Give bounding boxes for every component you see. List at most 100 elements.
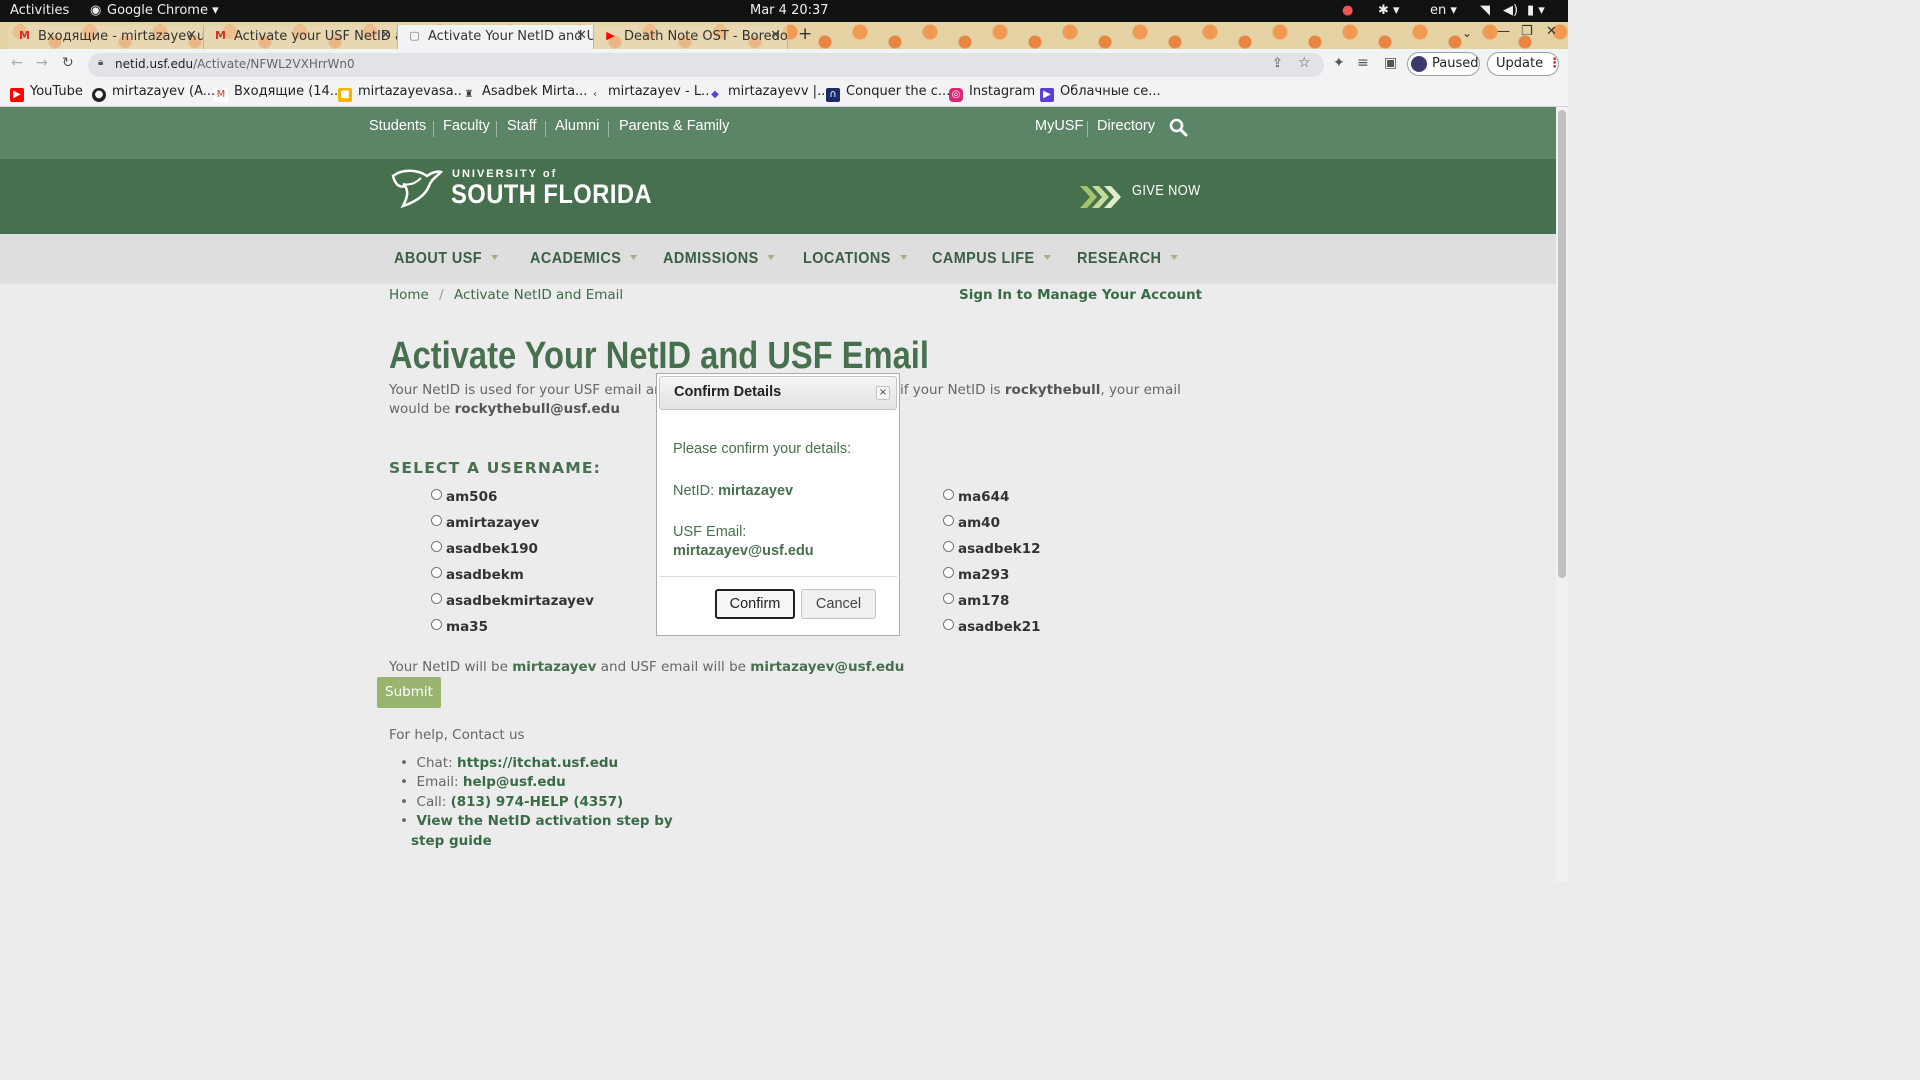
scrollbar-thumb[interactable] [1558,110,1566,578]
bookmark-asadbek[interactable]: ♜ Asadbek Mirta... [462,84,587,102]
username-option-asadbek12[interactable]: asadbek12 [943,541,1041,557]
address-bar[interactable]: 🔒︎ netid.usf.edu/Activate/NFWL2VXHrrWn0 … [88,53,1324,77]
tab-title: Входящие - mirtazayev.u [38,29,204,44]
media-icon[interactable]: ≡ [1357,55,1369,71]
bookmark-mirtazayevv[interactable]: ◆ mirtazayevv |... [708,84,829,102]
username-option-am506[interactable]: am506 [431,489,497,505]
radio-button[interactable] [431,567,442,578]
radio-button[interactable] [943,489,954,500]
bookmark-gmail[interactable]: M Входящие (14... [214,84,342,102]
give-now-link[interactable]: GIVE NOW [1132,182,1201,199]
notification-icon[interactable]: ● [1342,3,1353,18]
activities-button[interactable]: Activities [10,3,69,18]
username-option-asadbek21[interactable]: asadbek21 [943,619,1041,635]
guide-link[interactable]: step guide [411,833,492,849]
username-option-asadbekm[interactable]: asadbekm [431,567,524,583]
bookmark-mirtazayevasa[interactable]: ■ mirtazayevasa... [338,84,466,102]
side-panel-icon[interactable]: ▣ [1384,55,1397,71]
tab-gmail-activate[interactable]: M Activate your USF NetID a ✕ [204,25,398,49]
new-tab-icon[interactable]: + [798,24,812,44]
username-option-ma293[interactable]: ma293 [943,567,1009,583]
bookmark-github[interactable]: ● mirtazayev (A... [92,84,215,102]
tab-gmail-inbox[interactable]: M Входящие - mirtazayev.u ✕ [8,25,204,49]
username-option-asadbek190[interactable]: asadbek190 [431,541,538,557]
close-icon[interactable]: ✕ [186,28,197,43]
chevron-left-icon: ‹ [588,88,602,102]
accessibility-icon[interactable]: ✱ ▾ [1378,3,1400,18]
bookmark-star-icon[interactable]: ☆ [1298,55,1311,71]
radio-button[interactable] [943,515,954,526]
radio-button[interactable] [943,593,954,604]
extensions-icon[interactable]: ✦ [1333,55,1345,71]
radio-button[interactable] [943,567,954,578]
close-icon[interactable]: ✕ [380,28,391,43]
radio-button[interactable] [431,593,442,604]
tab-youtube[interactable]: ▶ Death Note OST - Boredo ✕ [594,25,788,49]
nav-about-usf[interactable]: ABOUT USF [394,250,499,268]
radio-button[interactable] [943,619,954,630]
update-button[interactable]: Update ⋮ [1487,52,1561,76]
profile-paused-button[interactable]: Paused [1407,52,1480,76]
username-option-am40[interactable]: am40 [943,515,1000,531]
username-option-ma35[interactable]: ma35 [431,619,488,635]
phone-link[interactable]: (813) 974-HELP (4357) [451,794,624,810]
app-menu[interactable]: Google Chrome ▾ [107,3,219,18]
nav-campus-life[interactable]: CAMPUS LIFE [932,250,1051,268]
submit-button[interactable]: Submit [377,677,441,708]
nav-academics[interactable]: ACADEMICS [530,250,638,268]
close-window-icon[interactable]: ✕ [1546,24,1557,39]
util-link-faculty[interactable]: Faculty [443,118,490,134]
chat-link[interactable]: https://itchat.usf.edu [457,755,618,771]
tab-search-icon[interactable]: ⌄ [1462,26,1472,40]
restore-icon[interactable]: ❐ [1521,24,1533,39]
bookmark-linkedin[interactable]: ‹ mirtazayev - L... [588,84,713,102]
github-icon: ● [92,88,106,102]
brand-south-florida[interactable]: SOUTH FLORIDA [451,179,652,210]
wifi-icon[interactable]: ◥ [1480,3,1490,18]
username-option-ma644[interactable]: ma644 [943,489,1009,505]
volume-icon[interactable]: ◀) [1503,3,1518,18]
radio-button[interactable] [431,515,442,526]
nav-research[interactable]: RESEARCH [1077,250,1178,268]
username-option-am178[interactable]: am178 [943,593,1009,609]
clock[interactable]: Mar 4 20:37 [750,3,829,18]
sign-in-link[interactable]: Sign In to Manage Your Account [959,287,1202,303]
bookmark-youtube[interactable]: ▶ YouTube [10,84,83,102]
guide-link[interactable]: View the NetID activation step by [417,813,673,829]
nav-admissions[interactable]: ADMISSIONS [663,250,775,268]
radio-button[interactable] [943,541,954,552]
usf-bull-logo-icon[interactable] [389,166,443,210]
back-icon[interactable]: ← [11,55,23,71]
tab-activate-netid[interactable]: ▢ Activate Your NetID and U ✕ [398,25,594,49]
reload-icon[interactable]: ↻ [62,55,74,71]
share-icon[interactable]: ⇪ [1272,56,1283,71]
language-indicator[interactable]: en ▾ [1430,3,1457,18]
breadcrumb-home[interactable]: Home [389,287,429,303]
dialog-close-icon[interactable]: × [876,386,890,400]
nav-locations[interactable]: LOCATIONS [803,250,907,268]
username-option-amirtazayev[interactable]: amirtazayev [431,515,539,531]
util-link-directory[interactable]: Directory [1097,118,1155,134]
radio-button[interactable] [431,619,442,630]
cancel-button[interactable]: Cancel [801,589,876,619]
util-link-parents[interactable]: Parents & Family [619,118,729,134]
radio-button[interactable] [431,489,442,500]
search-icon[interactable] [1169,118,1188,137]
battery-icon[interactable]: ▮ ▾ [1527,3,1545,18]
minimize-icon[interactable]: — [1497,24,1510,39]
util-link-myusf[interactable]: MyUSF [1035,118,1083,134]
confirm-button[interactable]: Confirm [715,589,795,619]
email-link[interactable]: help@usf.edu [463,774,566,790]
radio-button[interactable] [431,541,442,552]
close-icon[interactable]: ✕ [770,28,781,43]
util-link-students[interactable]: Students [369,118,426,134]
gmail-icon: M [214,88,228,102]
username-option-asadbekmirtazayev[interactable]: asadbekmirtazayev [431,593,594,609]
util-link-staff[interactable]: Staff [507,118,537,134]
bookmark-instagram[interactable]: ◎ Instagram [949,84,1035,102]
forward-icon[interactable]: → [36,55,48,71]
bookmark-cloud[interactable]: ▶ Облачные се... [1040,84,1161,102]
util-link-alumni[interactable]: Alumni [555,118,599,134]
close-icon[interactable]: ✕ [576,28,587,43]
bookmark-conquer[interactable]: ∩ Conquer the c... [826,84,950,102]
